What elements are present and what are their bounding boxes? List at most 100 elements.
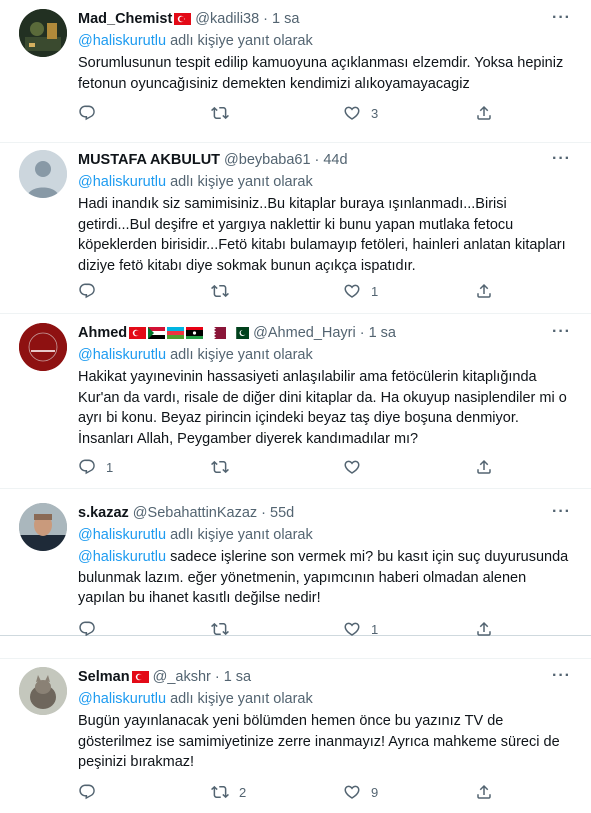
timestamp[interactable]: 1 sa xyxy=(272,11,299,27)
avatar[interactable] xyxy=(19,323,67,371)
display-name[interactable]: MUSTAFA AKBULUT xyxy=(78,152,220,168)
tweet-text: @haliskurutlu sadece işlerine son vermek… xyxy=(78,547,575,609)
like-button[interactable]: 1 xyxy=(343,620,378,636)
like-count: 1 xyxy=(371,621,379,637)
timestamp[interactable]: 55d xyxy=(270,505,294,521)
avatar[interactable] xyxy=(19,667,67,715)
reply-button[interactable] xyxy=(78,104,106,122)
retweet-button[interactable] xyxy=(211,282,239,300)
like-button[interactable]: 9 xyxy=(343,783,378,801)
tweet-text: Hakikat yayınevinin hassasiyeti anlaşıla… xyxy=(78,367,575,449)
tweet[interactable]: MUSTAFA AKBULUT @beybaba61 · 44d ··· @ha… xyxy=(0,143,591,314)
timestamp[interactable]: 44d xyxy=(323,152,347,168)
avatar[interactable] xyxy=(19,150,67,198)
retweet-button[interactable] xyxy=(211,104,239,122)
like-count: 3 xyxy=(371,105,379,121)
reply-button[interactable] xyxy=(78,783,106,801)
like-button[interactable] xyxy=(343,458,371,476)
reply-icon xyxy=(78,104,96,122)
reply-to-mention[interactable]: @haliskurutlu xyxy=(78,527,166,543)
turkey-flag-icon xyxy=(129,327,147,339)
more-icon[interactable]: ··· xyxy=(552,667,571,685)
reply-icon xyxy=(78,620,96,636)
retweet-icon xyxy=(211,458,229,476)
timestamp[interactable]: 1 sa xyxy=(369,325,396,341)
retweet-count: 2 xyxy=(239,784,247,800)
turkey-flag-icon xyxy=(131,671,149,683)
retweet-icon xyxy=(211,620,229,636)
display-name[interactable]: Selman xyxy=(78,669,130,685)
text-body: Bugün yayınlanacak yeni bölümden hemen ö… xyxy=(78,713,560,770)
turkey-flag-icon xyxy=(174,13,192,25)
reply-context: @haliskurutlu adlı kişiye yanıt olarak xyxy=(78,31,575,51)
display-name[interactable]: s.kazaz xyxy=(78,505,129,521)
text-mention[interactable]: @haliskurutlu xyxy=(78,549,166,565)
share-button[interactable] xyxy=(475,783,493,801)
tweet-text: Sorumlusunun tespit edilip kamuoyuna açı… xyxy=(78,53,575,94)
tweet-actions: 1 xyxy=(78,458,498,478)
share-icon xyxy=(475,783,493,801)
reply-icon xyxy=(78,458,96,476)
share-button[interactable] xyxy=(475,104,493,122)
tweet-actions: 2 9 xyxy=(78,783,498,803)
more-icon[interactable]: ··· xyxy=(552,9,571,27)
avatar[interactable] xyxy=(19,503,67,551)
tweet[interactable]: Ahmed @Ahmed_Hayri · 1 sa ··· @haliskuru… xyxy=(0,314,591,489)
tweet-actions: 1 xyxy=(78,620,498,636)
handle[interactable]: @beybaba61 xyxy=(224,152,310,168)
like-button[interactable]: 1 xyxy=(343,282,378,300)
separator: · xyxy=(263,11,269,27)
reply-label: adlı kişiye yanıt olarak xyxy=(170,691,313,707)
retweet-button[interactable] xyxy=(211,620,239,636)
tweet[interactable]: s.kazaz @SebahattinKazaz · 55d ··· @hali… xyxy=(0,489,591,636)
timestamp[interactable]: 1 sa xyxy=(224,669,251,685)
reply-to-mention[interactable]: @haliskurutlu xyxy=(78,174,166,190)
text-body: Hadi inandık siz samimisiniz..Bu kitapla… xyxy=(78,196,566,274)
reply-to-mention[interactable]: @haliskurutlu xyxy=(78,691,166,707)
tweet-text: Bugün yayınlanacak yeni bölümden hemen ö… xyxy=(78,711,575,773)
tweet[interactable]: Selman @_akshr · 1 sa ··· @haliskurutlu … xyxy=(0,658,591,813)
share-icon xyxy=(475,104,493,122)
tweet[interactable]: Mad_Chemist @kadili38 · 1 sa ··· @halisk… xyxy=(0,0,591,143)
reply-context: @haliskurutlu adlı kişiye yanıt olarak xyxy=(78,345,575,365)
handle[interactable]: @Ahmed_Hayri xyxy=(253,325,356,341)
retweet-button[interactable] xyxy=(211,458,239,476)
sudan-flag-icon xyxy=(148,327,166,339)
reply-label: adlı kişiye yanıt olarak xyxy=(170,347,313,363)
like-button[interactable]: 3 xyxy=(343,104,378,122)
retweet-icon xyxy=(211,104,229,122)
reply-to-mention[interactable]: @haliskurutlu xyxy=(78,347,166,363)
handle[interactable]: @kadili38 xyxy=(195,11,259,27)
handle[interactable]: @SebahattinKazaz xyxy=(133,505,257,521)
reply-button[interactable]: 1 xyxy=(78,458,113,476)
reply-icon xyxy=(78,783,96,801)
display-name[interactable]: Ahmed xyxy=(78,325,127,341)
more-icon[interactable]: ··· xyxy=(552,503,571,521)
share-button[interactable] xyxy=(475,458,493,476)
reply-context: @haliskurutlu adlı kişiye yanıt olarak xyxy=(78,172,575,192)
retweet-icon xyxy=(211,282,229,300)
retweet-button[interactable]: 2 xyxy=(211,783,246,801)
avatar[interactable] xyxy=(19,9,67,57)
separator: · xyxy=(314,152,320,168)
reply-button[interactable] xyxy=(78,282,106,300)
azerbaijan-flag-icon xyxy=(167,327,185,339)
share-button[interactable] xyxy=(475,282,493,300)
like-count: 1 xyxy=(371,283,379,299)
display-name[interactable]: Mad_Chemist xyxy=(78,11,172,27)
more-icon[interactable]: ··· xyxy=(552,150,571,168)
like-icon xyxy=(343,282,361,300)
reply-context: @haliskurutlu adlı kişiye yanıt olarak xyxy=(78,689,575,709)
tweet-text: Hadi inandık siz samimisiniz..Bu kitapla… xyxy=(78,194,575,276)
reply-to-mention[interactable]: @haliskurutlu xyxy=(78,33,166,49)
pakistan-flag-icon xyxy=(232,327,250,339)
more-icon[interactable]: ··· xyxy=(552,323,571,341)
like-icon xyxy=(343,458,361,476)
reply-button[interactable] xyxy=(78,620,106,636)
handle[interactable]: @_akshr xyxy=(153,669,211,685)
like-icon xyxy=(343,104,361,122)
reply-label: adlı kişiye yanıt olarak xyxy=(170,33,313,49)
share-button[interactable] xyxy=(475,620,493,636)
like-icon xyxy=(343,620,361,636)
separator: · xyxy=(214,669,220,685)
